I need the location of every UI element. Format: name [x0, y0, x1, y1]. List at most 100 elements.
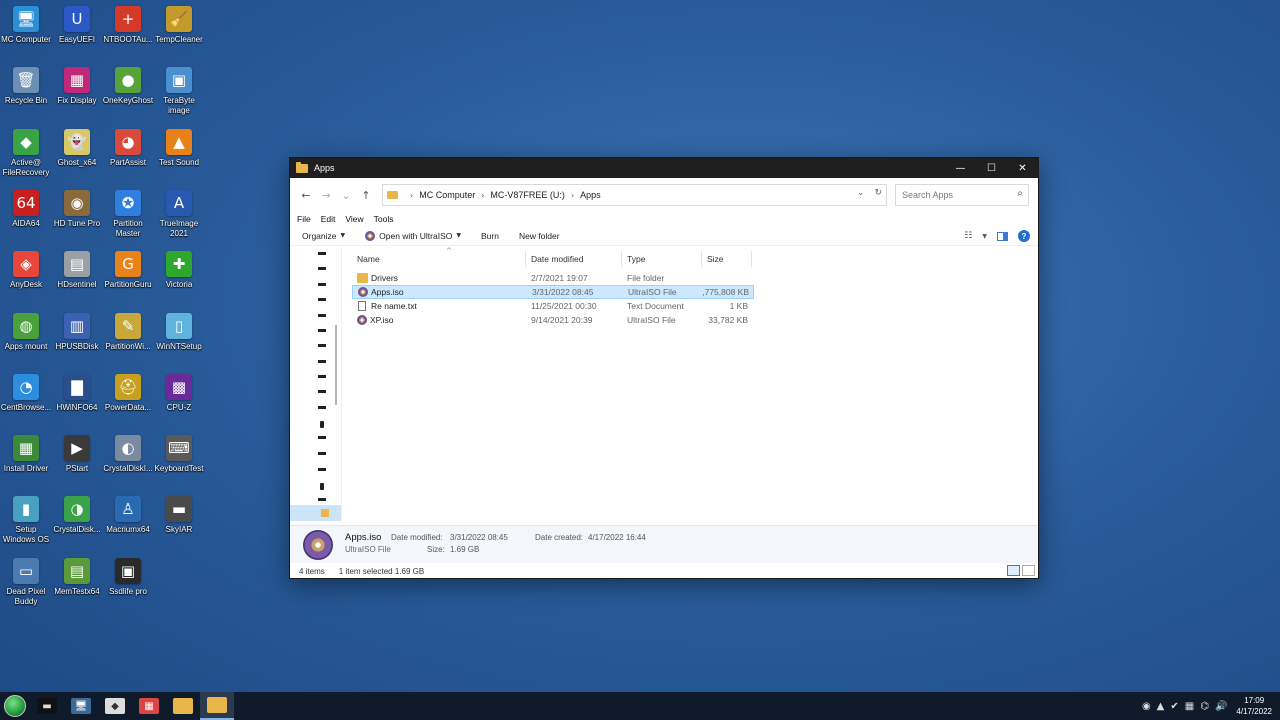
open-with-button[interactable]: Open with UltraISO ▼ — [365, 230, 461, 241]
caret-down-icon[interactable]: ▼ — [982, 233, 987, 240]
desktop-icon-fix-display[interactable]: ▦ Fix Display — [51, 63, 103, 121]
column-date-modified[interactable]: Date modified — [526, 251, 622, 267]
navigation-item[interactable] — [318, 283, 326, 286]
navigation-pane[interactable] — [290, 247, 342, 523]
column-name[interactable]: Name — [352, 251, 526, 267]
desktop-icon-tempcleaner[interactable]: 🧹 TempCleaner — [153, 2, 205, 60]
tray-icon[interactable]: ◉ — [1142, 701, 1151, 712]
column-type[interactable]: Type — [622, 251, 702, 267]
taskbar-app-remote[interactable]: 🖥 — [64, 692, 98, 720]
organize-button[interactable]: Organize ▼ — [302, 231, 345, 241]
desktop-icon-apps-mount[interactable]: ◍ Apps mount — [0, 309, 52, 367]
large-icons-view-button[interactable] — [1022, 565, 1035, 576]
desktop-icon-onekeyghost[interactable]: ● OneKeyGhost — [102, 63, 154, 121]
desktop-icon-partitionguru[interactable]: G PartitionGuru — [102, 247, 154, 305]
navigation-item[interactable] — [320, 483, 324, 490]
title-bar[interactable]: Apps — ☐ ✕ — [290, 158, 1038, 178]
burn-button[interactable]: Burn — [481, 231, 499, 241]
menu-view[interactable]: View — [345, 214, 363, 224]
navigation-item[interactable] — [318, 314, 326, 317]
desktop-icon-dead-pixel-buddy[interactable]: ▭ Dead Pixel Buddy — [0, 554, 52, 612]
navigation-item[interactable] — [318, 436, 326, 439]
desktop-icon-ghost-x64[interactable]: 👻 Ghost_x64 — [51, 125, 103, 183]
tray-icon[interactable]: ▲ — [1157, 701, 1165, 712]
breadcrumb-mc-computer[interactable]: MC Computer — [419, 190, 475, 200]
desktop-icon-trueimage-2021[interactable]: A TrueImage 2021 — [153, 186, 205, 244]
desktop-icon-setup-windows-os[interactable]: ▮ Setup Windows OS — [0, 492, 52, 550]
address-dropdown-icon[interactable]: ⌄ — [857, 188, 865, 198]
desktop-icon-easyuefi[interactable]: U EasyUEFI — [51, 2, 103, 60]
back-button[interactable]: ← — [296, 185, 316, 205]
desktop-icon-skyiar[interactable]: ▬ SkyIAR — [153, 492, 205, 550]
desktop-icon-hwinfo64[interactable]: ▇ HWiNFO64 — [51, 370, 103, 428]
navigation-scrollbar[interactable] — [335, 325, 337, 405]
start-button[interactable] — [0, 692, 30, 720]
desktop-icon-active-filerecovery[interactable]: ◆ Active@ FileRecovery — [0, 125, 52, 183]
breadcrumb-apps[interactable]: Apps — [580, 190, 601, 200]
desktop-icon-mc-computer[interactable]: 🖥 MC Computer — [0, 2, 52, 60]
desktop-icon-crystaldisk[interactable]: ◑ CrystalDisk... — [51, 492, 103, 550]
navigation-item[interactable] — [318, 252, 326, 255]
search-icon[interactable]: ⌕ — [1017, 188, 1023, 199]
tray-icon[interactable]: ⌬ — [1200, 701, 1209, 712]
navigation-item[interactable] — [318, 390, 326, 393]
desktop-icon-cpu-z[interactable]: ▩ CPU-Z — [153, 370, 205, 428]
file-row[interactable]: Drivers 2/7/2021 19:07 File folder — [352, 271, 752, 285]
desktop-icon-winntsetup[interactable]: ▯ WinNTSetup — [153, 309, 205, 367]
navigation-item[interactable] — [318, 344, 326, 347]
tray-icon[interactable]: ✔ — [1170, 701, 1178, 712]
details-view-button[interactable] — [1007, 565, 1020, 576]
navigation-item[interactable] — [318, 329, 326, 332]
desktop-icon-macriumx64[interactable]: ♙ Macriumx64 — [102, 492, 154, 550]
chevron-right-icon[interactable]: › — [571, 191, 574, 200]
preview-pane-icon[interactable] — [997, 231, 1008, 241]
change-view-icon[interactable]: ☷ — [964, 231, 972, 241]
menu-edit[interactable]: Edit — [321, 214, 336, 224]
desktop-icon-anydesk[interactable]: ◈ AnyDesk — [0, 247, 52, 305]
desktop-icon-partition-master[interactable]: ✪ Partition Master — [102, 186, 154, 244]
recent-locations-button[interactable]: ⌄ — [336, 185, 356, 205]
taskbar-app-console[interactable]: ▬ — [30, 692, 64, 720]
navigation-item[interactable] — [318, 406, 326, 409]
column-size[interactable]: Size — [702, 251, 752, 267]
desktop-icon-test-sound[interactable]: ▲ Test Sound — [153, 125, 205, 183]
desktop-icon-ntbootau[interactable]: + NTBOOTAu... — [102, 2, 154, 60]
desktop-icon-partassist[interactable]: ◕ PartAssist — [102, 125, 154, 183]
refresh-icon[interactable]: ↻ — [874, 188, 882, 198]
file-row[interactable]: Re name.txt 11/25/2021 00:30 Text Document… — [352, 299, 752, 313]
desktop-icon-hdsentinel[interactable]: ▤ HDsentinel — [51, 247, 103, 305]
desktop-icon-terabyte-image[interactable]: ▣ TeraByte image — [153, 63, 205, 121]
desktop-icon-ssdlife-pro[interactable]: ▣ Ssdlife pro — [102, 554, 154, 612]
navigation-item[interactable] — [318, 375, 326, 378]
search-box[interactable]: ⌕ — [895, 184, 1029, 206]
desktop-icon-hd-tune-pro[interactable]: ◉ HD Tune Pro — [51, 186, 103, 244]
address-bar[interactable]: › MC Computer › MC-V87FREE (U:) › Apps ⌄… — [382, 184, 887, 206]
forward-button[interactable]: → — [316, 185, 336, 205]
close-button[interactable]: ✕ — [1007, 158, 1038, 178]
desktop-icon-install-driver[interactable]: ▦ Install Driver — [0, 431, 52, 489]
navigation-item[interactable] — [318, 452, 326, 455]
desktop-icon-crystaldiski[interactable]: ◐ CrystalDiskI... — [102, 431, 154, 489]
desktop-icon-partitionwi[interactable]: ✎ PartitionWi... — [102, 309, 154, 367]
tray-icon[interactable]: 🔊 — [1215, 701, 1227, 712]
new-folder-button[interactable]: New folder — [519, 231, 560, 241]
taskbar-app-explorer-active[interactable]: ▬ — [200, 692, 234, 720]
taskbar-app-tool[interactable]: ◆ — [98, 692, 132, 720]
desktop-icon-pstart[interactable]: ▶ PStart — [51, 431, 103, 489]
desktop-icon-aida64[interactable]: 64 AIDA64 — [0, 186, 52, 244]
menu-file[interactable]: File — [297, 214, 311, 224]
minimize-button[interactable]: — — [945, 158, 976, 178]
desktop-icon-recycle-bin[interactable]: 🗑 Recycle Bin — [0, 63, 52, 121]
maximize-button[interactable]: ☐ — [976, 158, 1007, 178]
file-row[interactable]: Apps.iso 3/31/2022 08:45 UltraISO File 1,77… — [352, 285, 754, 299]
desktop-icon-powerdata[interactable]: ⛑ PowerData... — [102, 370, 154, 428]
navigation-item[interactable] — [318, 468, 326, 471]
search-input[interactable] — [902, 190, 1012, 200]
tray-icon[interactable]: ▦ — [1185, 701, 1194, 712]
navigation-item-selected[interactable] — [290, 505, 341, 521]
clock[interactable]: 17:09 4/17/2022 — [1236, 695, 1272, 717]
chevron-right-icon[interactable]: › — [410, 191, 413, 200]
desktop-icon-centbrowse[interactable]: ◔ CentBrowse... — [0, 370, 52, 428]
navigation-item[interactable] — [320, 421, 324, 428]
navigation-item[interactable] — [318, 298, 326, 301]
